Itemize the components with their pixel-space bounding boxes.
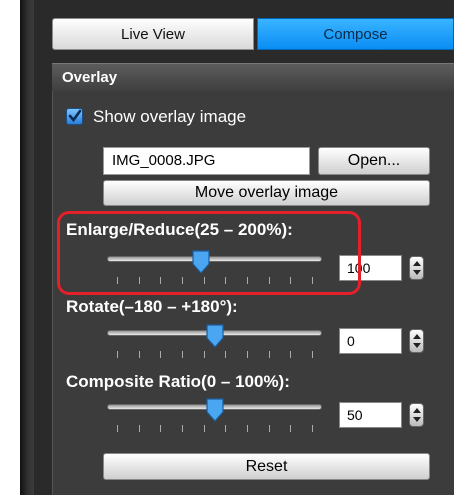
slider-tick [225, 351, 226, 358]
slider-tick [139, 425, 140, 432]
slider-tick [290, 351, 291, 358]
slider-tick [139, 277, 140, 284]
rotate-stepper[interactable] [409, 329, 424, 353]
slider-tick [117, 425, 118, 432]
slider-tick [225, 425, 226, 432]
slider-tick [312, 351, 313, 358]
checkmark-icon [68, 109, 82, 123]
slider-tick [182, 425, 183, 432]
stepper-down-icon[interactable] [413, 343, 421, 348]
reset-button[interactable]: Reset [103, 453, 430, 480]
rotate-label: Rotate(–180 – +180°): [66, 297, 238, 316]
slider-tick [160, 351, 161, 358]
slider-tick [269, 351, 270, 358]
slider-ticks [117, 277, 313, 285]
slider-tick [312, 425, 313, 432]
slider-tick [160, 425, 161, 432]
composite-ratio-label: Composite Ratio(0 – 100%): [66, 372, 290, 391]
stepper-up-icon[interactable] [413, 408, 421, 413]
composite-ratio-value[interactable]: 50 [339, 402, 402, 428]
slider-tick [182, 277, 183, 284]
rotate-slider[interactable] [107, 324, 322, 362]
stepper-up-icon[interactable] [413, 334, 421, 339]
overlay-section-header: Overlay [52, 63, 454, 91]
frame-edge [20, 0, 34, 495]
enlarge-reduce-stepper[interactable] [409, 256, 424, 280]
slider-track [107, 256, 322, 262]
overlay-filename-field[interactable]: IMG_0008.JPG [103, 147, 310, 175]
slider-thumb-icon[interactable] [205, 324, 225, 348]
open-button[interactable]: Open... [318, 147, 430, 175]
enlarge-reduce-value[interactable]: 100 [339, 255, 402, 281]
slider-tick [247, 351, 248, 358]
composite-ratio-stepper[interactable] [409, 403, 424, 427]
slider-tick [247, 425, 248, 432]
slider-tick [117, 351, 118, 358]
stepper-up-icon[interactable] [413, 261, 421, 266]
slider-tick [117, 277, 118, 284]
slider-thumb-icon[interactable] [205, 398, 225, 422]
slider-tick [247, 277, 248, 284]
slider-tick [204, 425, 205, 432]
stepper-down-icon[interactable] [413, 270, 421, 275]
slider-tick [182, 351, 183, 358]
rotate-value[interactable]: 0 [339, 328, 402, 354]
slider-tick [290, 277, 291, 284]
slider-tick [160, 277, 161, 284]
tab-compose[interactable]: Compose [257, 18, 454, 50]
slider-tick [204, 351, 205, 358]
slider-ticks [117, 425, 313, 433]
stepper-down-icon[interactable] [413, 417, 421, 422]
slider-tick [269, 277, 270, 284]
slider-tick [312, 277, 313, 284]
slider-thumb-icon[interactable] [191, 250, 211, 274]
composite-ratio-slider[interactable] [107, 398, 322, 436]
slider-tick [269, 425, 270, 432]
tab-live-view[interactable]: Live View [52, 18, 254, 50]
slider-tick [139, 351, 140, 358]
move-overlay-button[interactable]: Move overlay image [103, 180, 430, 206]
enlarge-reduce-slider[interactable] [107, 250, 322, 288]
slider-ticks [117, 351, 313, 359]
enlarge-reduce-label: Enlarge/Reduce(25 – 200%): [66, 220, 293, 239]
slider-tick [290, 425, 291, 432]
slider-tick [225, 277, 226, 284]
show-overlay-checkbox[interactable] [66, 108, 83, 125]
slider-tick [204, 277, 205, 284]
show-overlay-label: Show overlay image [93, 107, 247, 126]
